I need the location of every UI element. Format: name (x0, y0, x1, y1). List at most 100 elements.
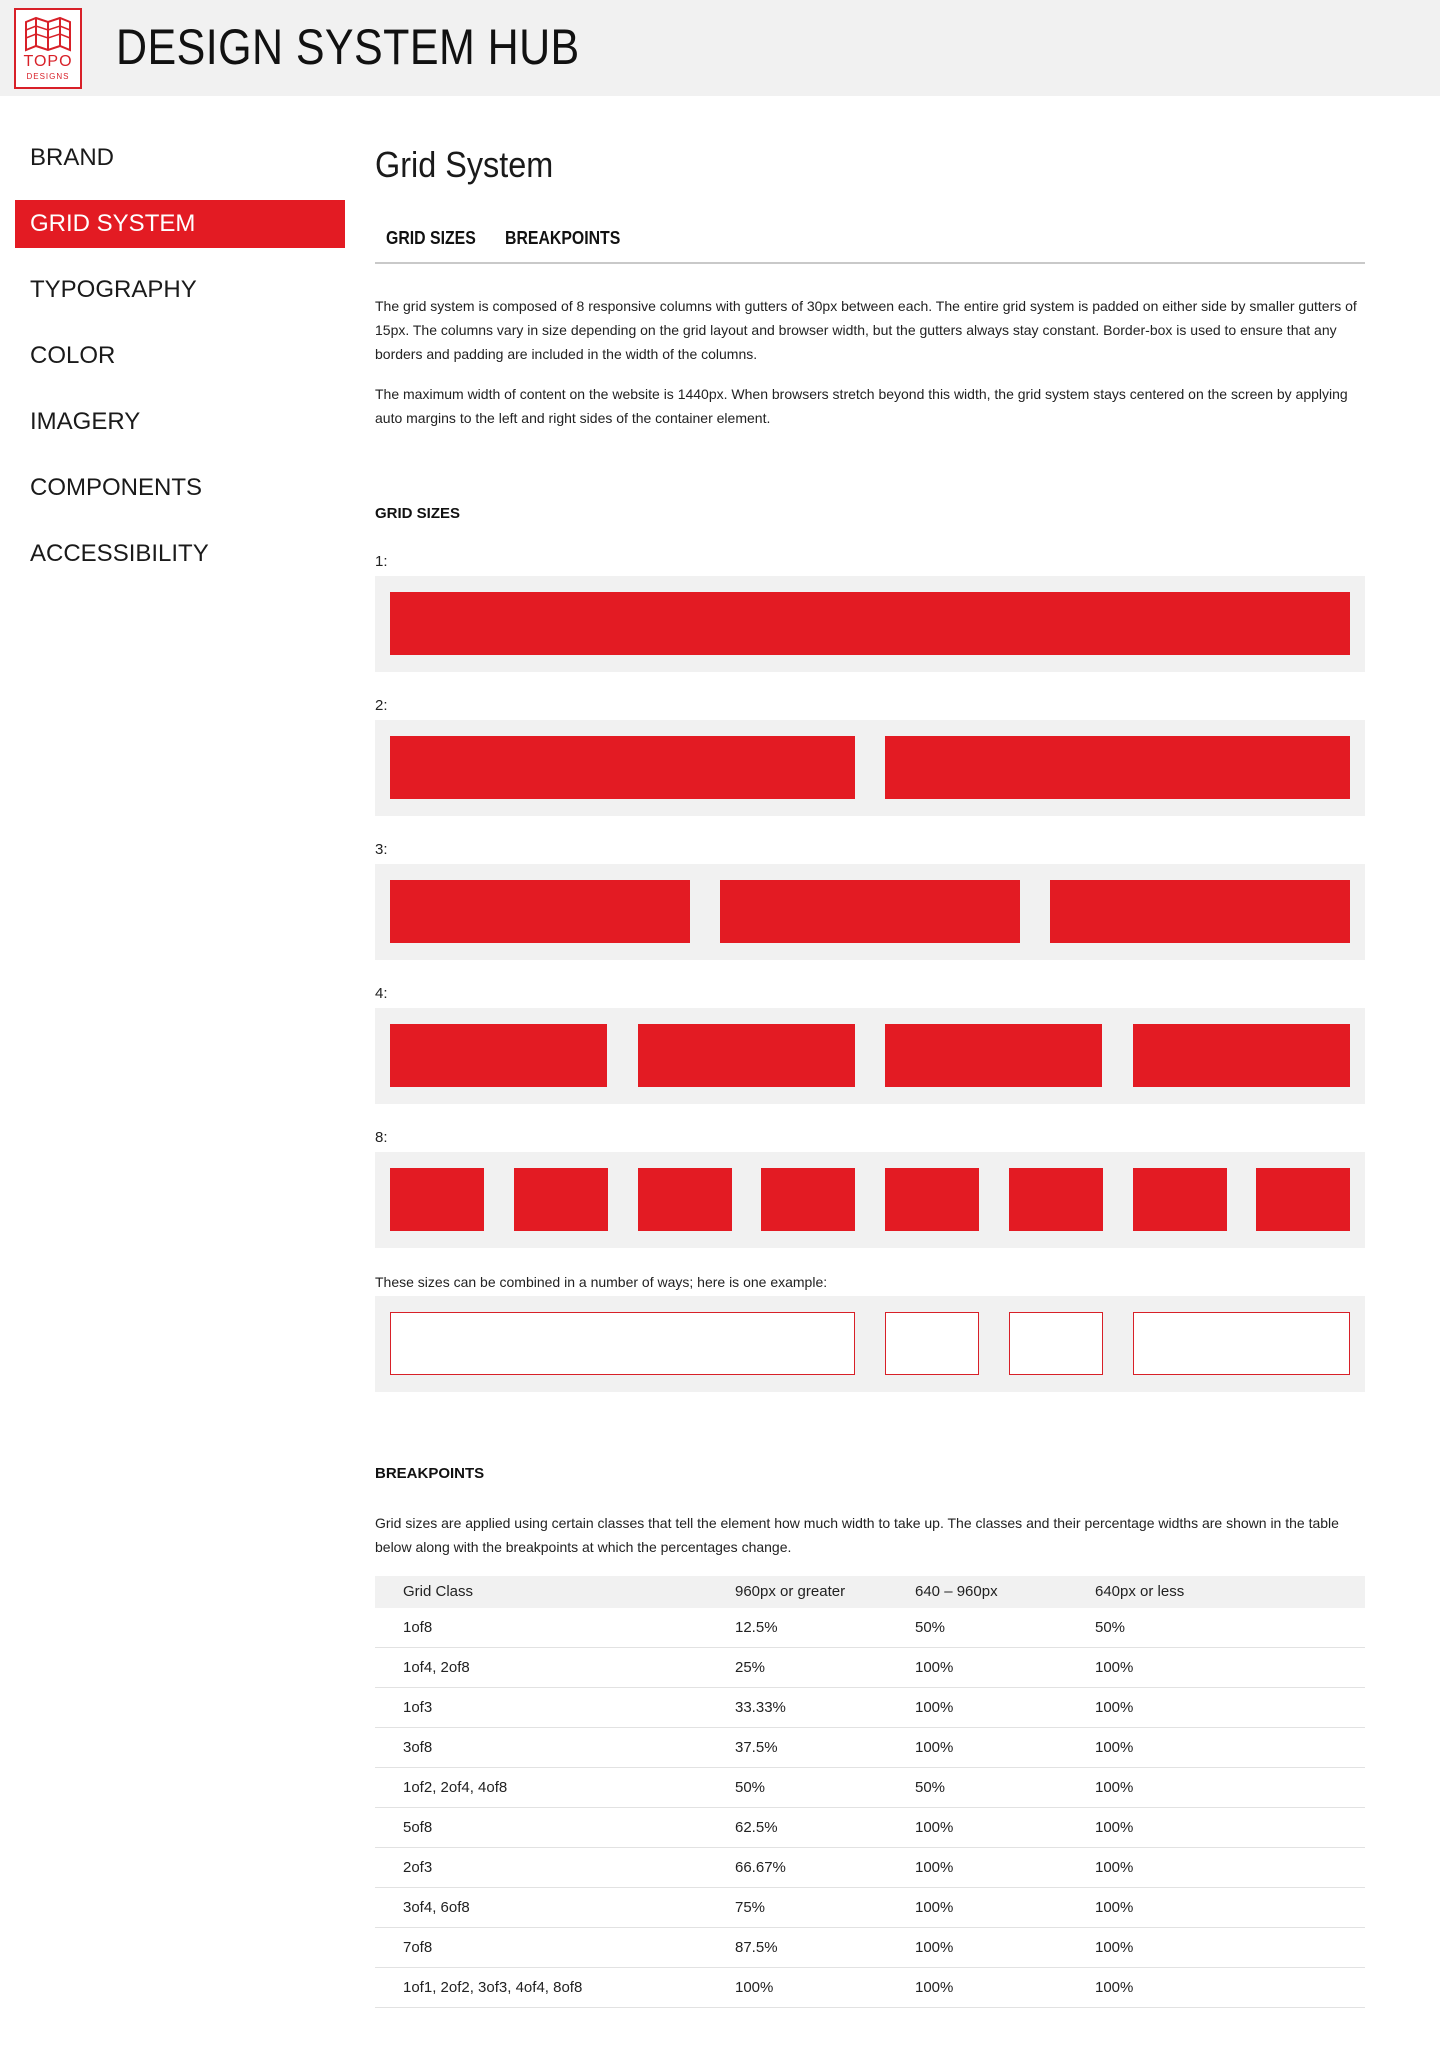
table-row: 2of3 66.67% 100% 100% (375, 1848, 1365, 1888)
table-row: 3of4, 6of8 75% 100% 100% (375, 1888, 1365, 1928)
sidebar-item-components[interactable]: COMPONENTS (15, 464, 345, 512)
logo-wordmark: TOPO (23, 53, 73, 70)
table-cell: 37.5% (735, 1739, 778, 1756)
table-header-row: Grid Class 960px or greater 640 – 960px … (375, 1576, 1365, 1608)
grid-column-1of8 (885, 1312, 979, 1375)
table-cell: 50% (735, 1779, 766, 1796)
table-row: 1of4, 2of8 25% 100% 100% (375, 1648, 1365, 1688)
sidebar-item-accessibility[interactable]: ACCESSIBILITY (15, 530, 345, 578)
table-row: 3of8 37.5% 100% 100% (375, 1728, 1365, 1768)
table-cell: 12.5% (735, 1619, 778, 1636)
grid-demo-row (375, 864, 1365, 960)
intro-paragraph: The maximum width of content on the webs… (375, 386, 1348, 426)
table-cell: 7of8 (403, 1939, 433, 1956)
site-title: DESIGN SYSTEM HUB (116, 19, 580, 75)
table-row: 1of3 33.33% 100% 100% (375, 1688, 1365, 1728)
table-cell: 2of3 (403, 1859, 433, 1876)
grid-demo-row (375, 1008, 1365, 1104)
table-cell: 100% (915, 1979, 954, 1996)
tab-breakpoints[interactable]: BREAKPOINTS (505, 214, 620, 262)
table-cell: 100% (735, 1979, 774, 1996)
combo-caption: These sizes can be combined in a number … (375, 1274, 828, 1290)
grid-column (885, 736, 1350, 799)
table-cell: 25% (735, 1659, 766, 1676)
grid-column (390, 592, 1350, 655)
tab-grid-sizes[interactable]: GRID SIZES (386, 214, 476, 262)
table-cell: 100% (1095, 1939, 1134, 1956)
table-cell: 3of4, 6of8 (403, 1899, 470, 1916)
sidebar-item-typography[interactable]: TYPOGRAPHY (15, 266, 345, 314)
table-cell: 75% (735, 1899, 766, 1916)
table-row: 5of8 62.5% 100% 100% (375, 1808, 1365, 1848)
grid-column (720, 880, 1020, 943)
table-cell: 100% (915, 1699, 954, 1716)
sidebar-item-grid-system[interactable]: GRID SYSTEM (15, 200, 345, 248)
section-tabs: GRID SIZES BREAKPOINTS (375, 214, 1365, 264)
grid-demo-row (375, 720, 1365, 816)
table-cell: 100% (1095, 1899, 1134, 1916)
table-cell: 1of4, 2of8 (403, 1659, 470, 1676)
table-cell: 100% (915, 1939, 954, 1956)
table-cell: 100% (1095, 1819, 1134, 1836)
grid-column (390, 880, 690, 943)
table-cell: 100% (1095, 1699, 1134, 1716)
grid-demo-row-combined (375, 1296, 1365, 1392)
table-cell: 100% (915, 1659, 954, 1676)
intro-paragraph: The grid system is composed of 8 respons… (375, 298, 1357, 362)
table-cell: 1of8 (403, 1619, 433, 1636)
table-cell: 100% (1095, 1659, 1134, 1676)
table-cell: 100% (1095, 1979, 1134, 1996)
table-cell: 5of8 (403, 1819, 433, 1836)
table-row: 1of1, 2of2, 3of3, 4of4, 8of8 100% 100% 100% (375, 1968, 1365, 2008)
grid-column (761, 1168, 855, 1231)
table-row: 1of8 12.5% 50% 50% (375, 1608, 1365, 1648)
grid-column (1050, 880, 1350, 943)
column-header: Grid Class (403, 1583, 474, 1600)
breakpoints-heading: BREAKPOINTS (375, 1465, 485, 1482)
sidebar-item-color[interactable]: COLOR (15, 332, 345, 380)
sidebar-item-brand[interactable]: BRAND (15, 134, 345, 182)
grid-column (390, 736, 855, 799)
grid-column (1009, 1168, 1103, 1231)
column-header: 640 – 960px (915, 1583, 998, 1600)
grid-column (1133, 1024, 1350, 1087)
grid-sizes-heading: GRID SIZES (375, 505, 461, 522)
breakpoints-description: Grid sizes are applied using certain cla… (375, 1515, 1339, 1555)
table-cell: 3of8 (403, 1739, 433, 1756)
table-cell: 100% (1095, 1739, 1134, 1756)
grid-demo-row (375, 1152, 1365, 1248)
table-cell: 50% (915, 1779, 946, 1796)
table-cell: 1of2, 2of4, 4of8 (403, 1779, 508, 1796)
table-row: 7of8 87.5% 100% 100% (375, 1928, 1365, 1968)
grid-row-label: 4: (375, 985, 388, 1002)
table-row: 1of2, 2of4, 4of8 50% 50% 100% (375, 1768, 1365, 1808)
site-header: TOPO DESIGNS DESIGN SYSTEM HUB (0, 0, 1440, 96)
grid-column (885, 1024, 1102, 1087)
grid-column (638, 1168, 732, 1231)
grid-row-label: 8: (375, 1129, 388, 1146)
table-cell: 50% (915, 1619, 946, 1636)
column-header: 640px or less (1095, 1583, 1185, 1600)
grid-column (1256, 1168, 1350, 1231)
map-fold-icon (25, 16, 71, 52)
grid-row-label: 2: (375, 697, 388, 714)
grid-column (390, 1024, 607, 1087)
column-header: 960px or greater (735, 1583, 846, 1600)
grid-column-2of8 (1133, 1312, 1350, 1375)
table-cell: 100% (915, 1819, 954, 1836)
table-cell: 100% (1095, 1859, 1134, 1876)
logo-subtitle: DESIGNS (26, 72, 70, 81)
table-cell: 100% (915, 1739, 954, 1756)
sidebar-item-imagery[interactable]: IMAGERY (15, 398, 345, 446)
topo-designs-logo[interactable]: TOPO DESIGNS (14, 8, 82, 89)
grid-demo-row (375, 576, 1365, 672)
grid-column (514, 1168, 608, 1231)
table-cell: 1of3 (403, 1699, 433, 1716)
table-cell: 100% (1095, 1779, 1134, 1796)
table-cell: 62.5% (735, 1819, 778, 1836)
grid-row-label: 3: (375, 841, 388, 858)
grid-column (1133, 1168, 1227, 1231)
table-cell: 100% (915, 1859, 954, 1876)
grid-column (390, 1168, 484, 1231)
table-cell: 50% (1095, 1619, 1126, 1636)
